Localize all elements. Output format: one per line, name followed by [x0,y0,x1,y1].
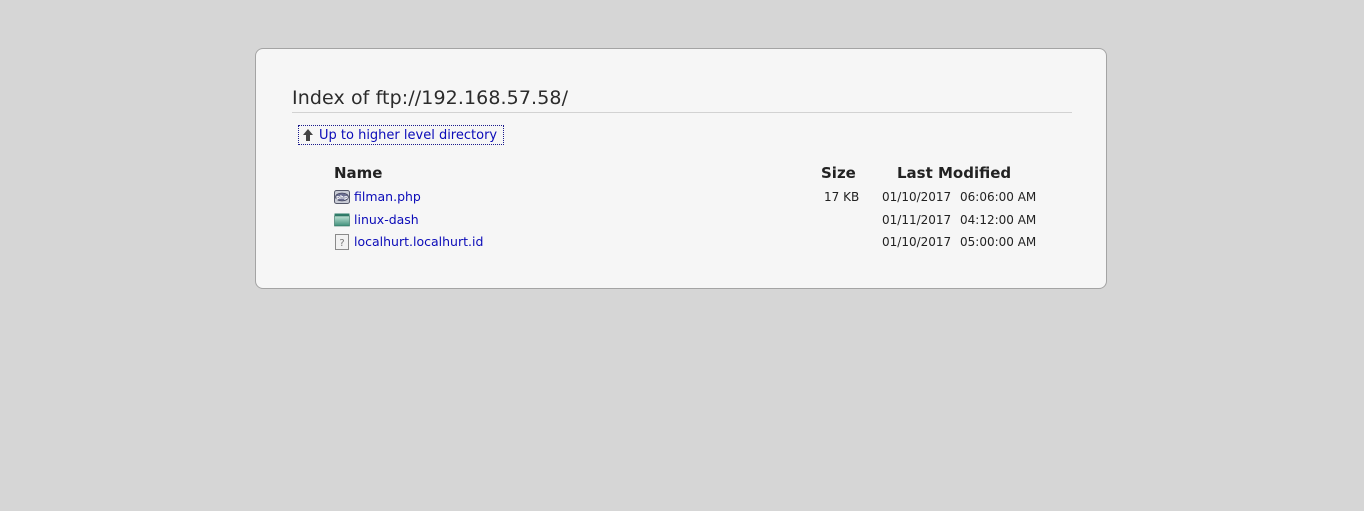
folder-link[interactable]: linux-dash [354,212,419,227]
page-title: Index of ftp://192.168.57.58/ [292,87,569,109]
table-row: php filman.php 17 KB 01/10/2017 06:06:00… [334,188,1054,206]
php-file-icon: php [334,190,350,204]
folder-icon [334,213,350,227]
up-arrow-icon [303,129,313,141]
directory-listing-panel: Index of ftp://192.168.57.58/ Up to high… [255,48,1107,289]
svg-text:?: ? [339,238,344,249]
table-row: linux-dash 01/11/2017 04:12:00 AM [334,211,1054,229]
svg-text:php: php [336,195,348,201]
file-time: 06:06:00 AM [960,190,1037,204]
file-link[interactable]: filman.php [354,189,421,204]
unknown-file-icon: ? [335,234,349,250]
file-size: 17 KB [824,190,860,204]
file-time: 04:12:00 AM [960,213,1037,227]
column-header-size[interactable]: Size [821,164,856,182]
title-divider [292,112,1072,113]
up-to-parent-directory-link[interactable]: Up to higher level directory [298,125,505,145]
file-time: 05:00:00 AM [960,235,1037,249]
column-header-last-modified[interactable]: Last Modified [897,164,1011,182]
file-date: 01/10/2017 [882,235,952,249]
up-link-label: Up to higher level directory [319,127,498,143]
file-date: 01/10/2017 [882,190,952,204]
column-header-name[interactable]: Name [334,164,382,182]
table-row: ? localhurt.localhurt.id 01/10/2017 05:0… [334,233,1054,251]
file-date: 01/11/2017 [882,213,952,227]
file-link[interactable]: localhurt.localhurt.id [354,234,483,249]
